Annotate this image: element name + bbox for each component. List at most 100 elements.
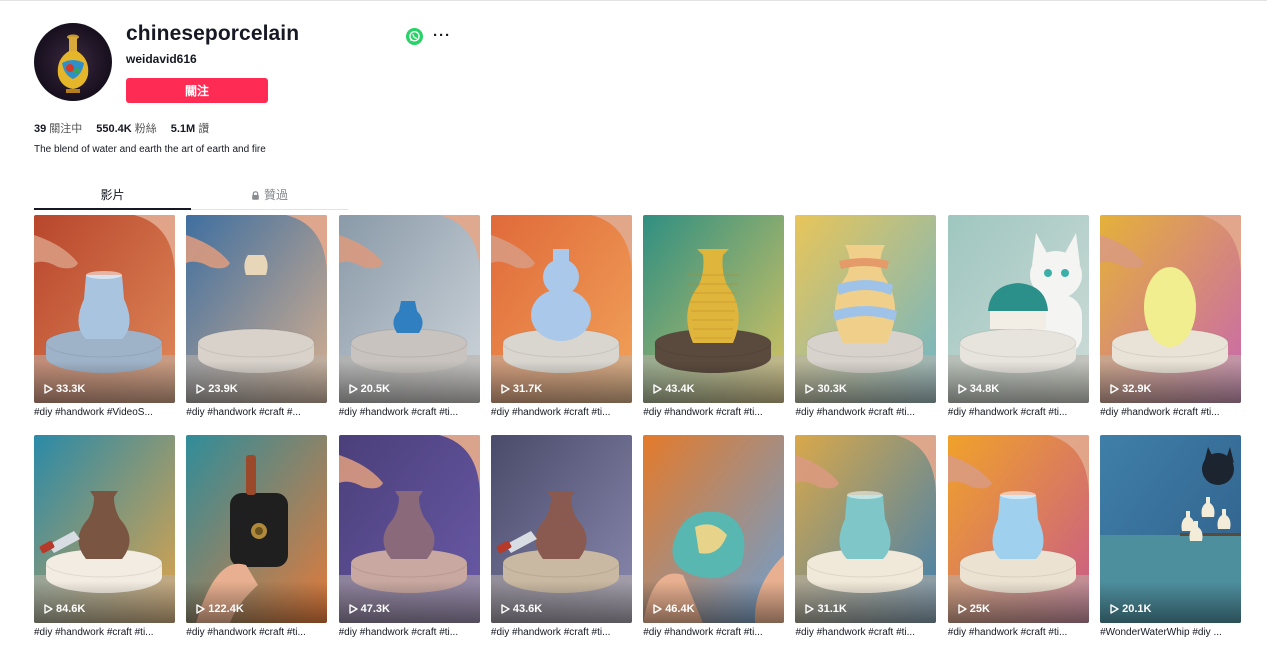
stat-followers[interactable]: 550.4K 粉絲 bbox=[96, 120, 156, 136]
stat-following[interactable]: 39 關注中 bbox=[34, 120, 82, 136]
video-card[interactable]: 46.4K #diy #handwork #craft #ti... bbox=[643, 435, 785, 638]
video-thumbnail[interactable]: 23.9K bbox=[186, 215, 328, 403]
view-count-value: 31.7K bbox=[512, 383, 543, 395]
video-card[interactable]: 34.8K #diy #handwork #craft #ti... bbox=[947, 215, 1089, 418]
more-options-icon[interactable]: ··· bbox=[433, 28, 451, 43]
video-thumbnail[interactable]: 43.6K bbox=[490, 435, 632, 623]
video-thumbnail[interactable]: 84.6K bbox=[34, 435, 175, 623]
lock-icon bbox=[252, 191, 259, 200]
video-thumbnail[interactable]: 34.8K bbox=[947, 215, 1089, 403]
view-count-value: 43.4K bbox=[665, 383, 695, 395]
video-thumbnail[interactable]: 20.1K bbox=[1100, 435, 1242, 623]
video-caption[interactable]: #diy #handwork #VideoS... bbox=[34, 407, 175, 418]
thumbnail-overlay bbox=[795, 361, 937, 403]
video-card[interactable]: 20.1K #WonderWaterWhip #diy ... bbox=[1100, 435, 1242, 638]
play-icon bbox=[958, 384, 967, 394]
view-count: 34.8K bbox=[958, 383, 999, 395]
play-icon bbox=[501, 384, 510, 394]
video-caption[interactable]: #diy #handwork #craft #ti... bbox=[643, 627, 784, 638]
video-card[interactable]: 31.7K #diy #handwork #craft #ti... bbox=[490, 215, 632, 418]
stat-likes-value: 5.1M bbox=[170, 123, 196, 135]
view-count: 30.3K bbox=[805, 383, 847, 395]
video-thumbnail[interactable]: 33.3K bbox=[34, 215, 175, 403]
video-caption[interactable]: #diy #handwork #craft #ti... bbox=[186, 627, 327, 638]
tab-videos-label: 影片 bbox=[100, 188, 125, 202]
video-card[interactable]: 122.4K #diy #handwork #craft #ti... bbox=[186, 435, 328, 638]
stat-likes-label: 讚 bbox=[198, 123, 210, 135]
play-icon bbox=[653, 384, 662, 394]
video-card[interactable]: 25K #diy #handwork #craft #ti... bbox=[947, 435, 1089, 638]
video-thumbnail[interactable]: 32.9K bbox=[1100, 215, 1242, 403]
tab-videos[interactable]: 影片 bbox=[34, 184, 191, 209]
play-icon bbox=[44, 604, 53, 614]
view-count: 122.4K bbox=[196, 603, 244, 615]
video-caption[interactable]: #WonderWaterWhip #diy ... bbox=[1100, 627, 1241, 638]
video-card[interactable]: 43.4K #diy #handwork #craft #ti... bbox=[643, 215, 785, 418]
video-card[interactable]: 43.6K #diy #handwork #craft #ti... bbox=[490, 435, 632, 638]
video-caption[interactable]: #diy #handwork #craft #ti... bbox=[339, 627, 480, 638]
video-card[interactable]: 84.6K #diy #handwork #craft #ti... bbox=[34, 435, 175, 638]
video-caption[interactable]: #diy #handwork #craft #ti... bbox=[491, 627, 632, 638]
view-count: 33.3K bbox=[44, 383, 85, 395]
profile-bio: The blend of water and earth the art of … bbox=[34, 144, 266, 155]
video-caption[interactable]: #diy #handwork #craft #ti... bbox=[795, 407, 936, 418]
video-card[interactable]: 47.3K #diy #handwork #craft #ti... bbox=[338, 435, 480, 638]
profile-username: chineseporcelain bbox=[126, 22, 300, 45]
view-count: 46.4K bbox=[653, 603, 695, 615]
video-caption[interactable]: #diy #handwork #craft #ti... bbox=[339, 407, 480, 418]
whatsapp-icon[interactable] bbox=[406, 28, 423, 45]
video-thumbnail[interactable]: 43.4K bbox=[643, 215, 785, 403]
video-thumbnail[interactable]: 47.3K bbox=[338, 435, 480, 623]
view-count: 25K bbox=[958, 603, 990, 615]
video-thumbnail[interactable]: 30.3K bbox=[795, 215, 937, 403]
video-card[interactable]: 30.3K #diy #handwork #craft #ti... bbox=[795, 215, 937, 418]
play-icon bbox=[196, 604, 205, 614]
video-thumbnail[interactable]: 20.5K bbox=[338, 215, 480, 403]
video-thumbnail[interactable]: 46.4K bbox=[643, 435, 785, 623]
stat-followers-label: 粉絲 bbox=[134, 123, 157, 135]
profile-avatar[interactable] bbox=[34, 23, 112, 101]
video-caption[interactable]: #diy #handwork #craft #ti... bbox=[34, 627, 175, 638]
profile-nickname: weidavid616 bbox=[126, 52, 197, 66]
tab-active-indicator bbox=[34, 208, 191, 210]
profile-stats: 39 關注中 550.4K 粉絲 5.1M 讚 bbox=[34, 120, 209, 136]
video-caption[interactable]: #diy #handwork #craft #ti... bbox=[795, 627, 936, 638]
video-card[interactable]: 31.1K #diy #handwork #craft #ti... bbox=[795, 435, 937, 638]
tab-liked-label: 贊過 bbox=[263, 188, 288, 202]
video-caption[interactable]: #diy #handwork #craft #ti... bbox=[491, 407, 632, 418]
view-count: 31.1K bbox=[805, 603, 847, 615]
stat-followers-value: 550.4K bbox=[96, 123, 132, 135]
play-icon bbox=[501, 604, 510, 614]
video-thumbnail[interactable]: 31.1K bbox=[795, 435, 937, 623]
view-count-value: 25K bbox=[969, 603, 990, 615]
play-icon bbox=[44, 384, 53, 394]
tab-liked[interactable]: 贊過 bbox=[191, 184, 348, 209]
video-caption[interactable]: #diy #handwork #craft #ti... bbox=[948, 627, 1089, 638]
play-icon bbox=[348, 604, 358, 614]
play-icon bbox=[196, 384, 205, 394]
video-caption[interactable]: #diy #handwork #craft #ti... bbox=[643, 407, 784, 418]
view-count: 84.6K bbox=[44, 603, 85, 615]
thumbnail-overlay bbox=[186, 581, 328, 623]
video-card[interactable]: 32.9K #diy #handwork #craft #ti... bbox=[1100, 215, 1242, 418]
porcelain-vase-avatar-image bbox=[57, 34, 89, 93]
thumbnail-overlay bbox=[1100, 581, 1242, 623]
video-thumbnail[interactable]: 25K bbox=[947, 435, 1089, 623]
video-caption[interactable]: #diy #handwork #craft #ti... bbox=[948, 407, 1089, 418]
follow-button[interactable]: 關注 bbox=[126, 78, 268, 103]
thumbnail-overlay bbox=[186, 361, 328, 403]
view-count-value: 122.4K bbox=[208, 603, 244, 615]
video-card[interactable]: 20.5K #diy #handwork #craft #ti... bbox=[338, 215, 480, 418]
thumbnail-overlay bbox=[947, 581, 1089, 623]
video-thumbnail[interactable]: 31.7K bbox=[490, 215, 632, 403]
video-caption[interactable]: #diy #handwork #craft #ti... bbox=[1100, 407, 1241, 418]
video-card[interactable]: 33.3K #diy #handwork #VideoS... bbox=[34, 215, 175, 418]
view-count-value: 84.6K bbox=[56, 603, 86, 615]
video-grid: 33.3K #diy #handwork #VideoS... 23.9K #d… bbox=[34, 215, 1242, 638]
video-thumbnail[interactable]: 122.4K bbox=[186, 435, 328, 623]
view-count-value: 47.3K bbox=[360, 603, 390, 615]
video-card[interactable]: 23.9K #diy #handwork #craft #... bbox=[186, 215, 328, 418]
view-count: 20.5K bbox=[348, 383, 390, 395]
video-caption[interactable]: #diy #handwork #craft #... bbox=[186, 407, 327, 418]
view-count-value: 20.5K bbox=[360, 383, 390, 395]
